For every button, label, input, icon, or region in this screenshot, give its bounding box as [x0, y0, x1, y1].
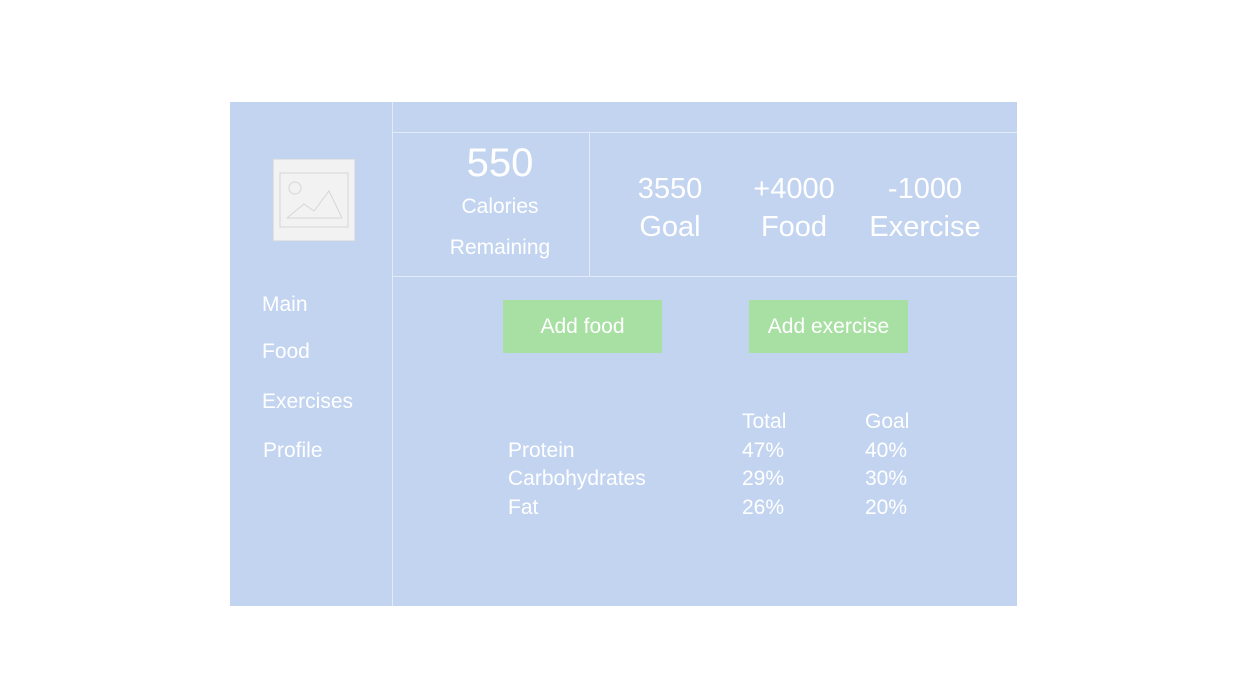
- macro-total: 26%: [742, 496, 785, 520]
- food-label: Food: [760, 211, 828, 243]
- header-divider: [393, 132, 1017, 133]
- macros-header-goal: Goal: [865, 410, 910, 433]
- macro-name: Carbohydrates: [508, 467, 646, 491]
- app-frame: Main Food Exercises Profile 550 Calories…: [230, 102, 1017, 606]
- macro-name: Protein: [508, 438, 575, 462]
- exercise-value: -1000: [887, 173, 963, 205]
- exercise-label: Exercise: [869, 211, 981, 243]
- sidebar-item-exercises[interactable]: Exercises: [262, 390, 353, 414]
- add-exercise-button[interactable]: Add exercise: [749, 300, 908, 353]
- macro-goal: 40%: [865, 438, 908, 462]
- sidebar-item-food[interactable]: Food: [262, 340, 310, 364]
- summary-divider: [393, 276, 1017, 277]
- macro-goal: 20%: [865, 496, 908, 520]
- calories-remaining-label: Calories: [461, 195, 539, 218]
- macro-total: 47%: [742, 438, 785, 462]
- macro-total: 29%: [742, 467, 785, 491]
- calories-remaining-value: 550: [466, 141, 534, 185]
- food-value: +4000: [753, 173, 835, 205]
- summary-column-divider: [589, 133, 590, 276]
- macros-header-total: Total: [742, 410, 787, 433]
- sidebar-item-main[interactable]: Main: [262, 293, 308, 317]
- sidebar-item-profile[interactable]: Profile: [263, 439, 323, 463]
- calories-remaining-label-2: Remaining: [449, 236, 551, 259]
- macro-name: Fat: [508, 496, 539, 520]
- sidebar: Main Food Exercises Profile: [230, 102, 393, 606]
- avatar-image-placeholder-icon: [273, 159, 355, 241]
- macro-goal: 30%: [865, 467, 908, 491]
- add-food-button[interactable]: Add food: [503, 300, 662, 353]
- food-stat: +4000 Food: [719, 170, 869, 246]
- exercise-stat: -1000 Exercise: [850, 170, 1000, 246]
